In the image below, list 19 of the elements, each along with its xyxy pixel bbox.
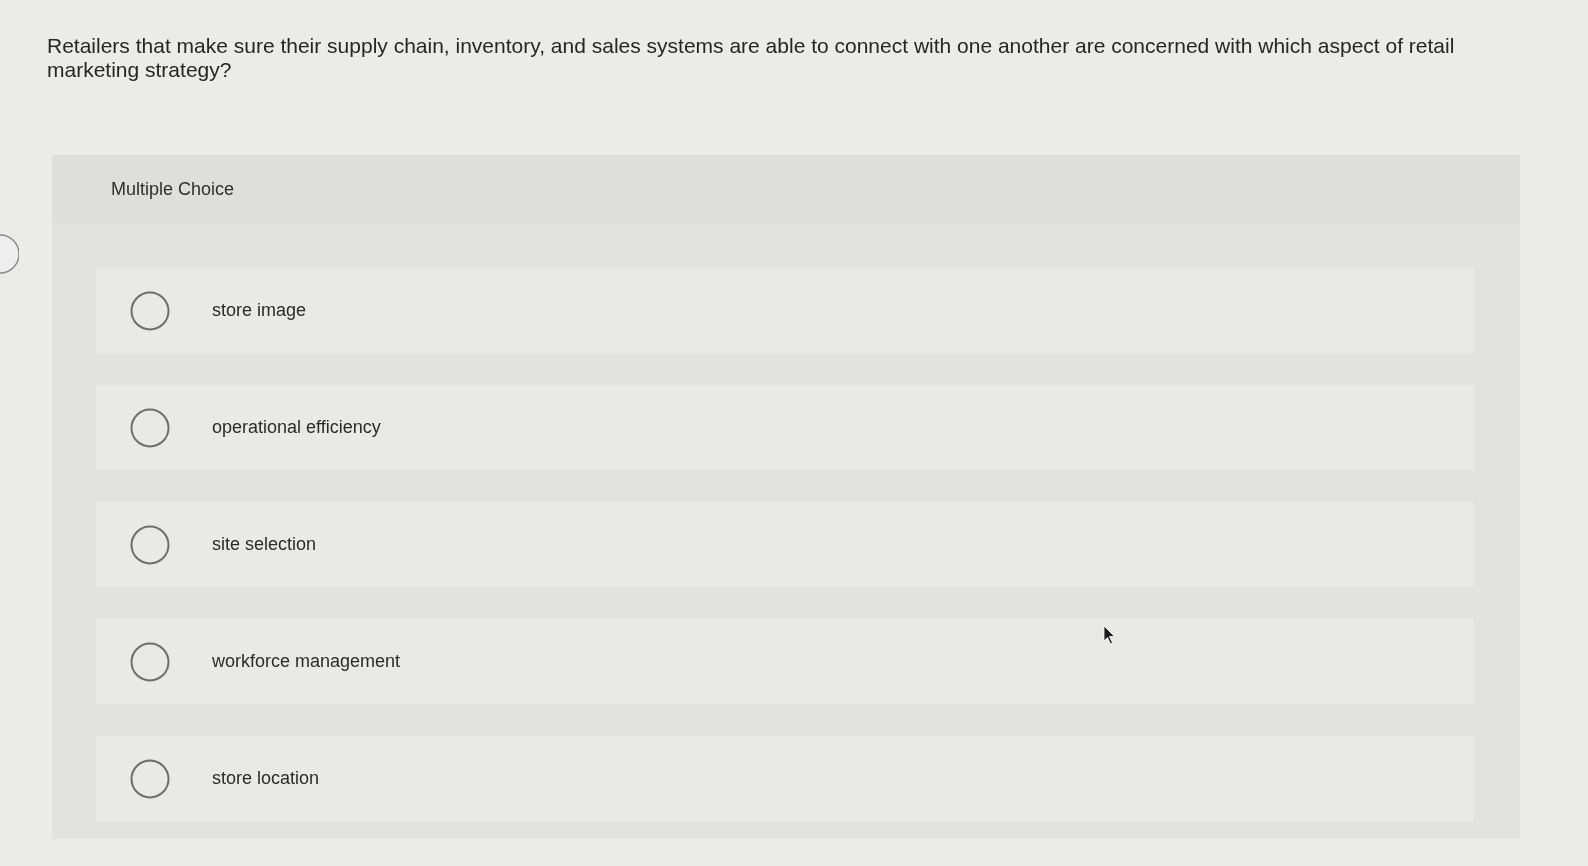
radio-button-icon[interactable] bbox=[130, 407, 170, 448]
radio-button-icon[interactable] bbox=[130, 290, 170, 331]
side-handle-icon[interactable] bbox=[0, 234, 19, 274]
radio-button-icon[interactable] bbox=[130, 524, 170, 565]
question-type-label: Multiple Choice bbox=[111, 178, 235, 200]
answer-option[interactable]: operational efficiency bbox=[96, 385, 1474, 470]
option-label: site selection bbox=[212, 534, 317, 555]
option-label: store location bbox=[212, 768, 320, 789]
mouse-cursor-icon bbox=[1103, 625, 1116, 645]
question-text: Retailers that make sure their supply chain, inventory, and sales systems are able to connect with one another are concerned with which aspect of retail marketing strategy? bbox=[47, 34, 1456, 82]
radio-button-icon[interactable] bbox=[130, 641, 170, 682]
option-label: store image bbox=[212, 300, 307, 321]
option-label: operational efficiency bbox=[212, 417, 381, 438]
answer-option[interactable]: site selection bbox=[96, 502, 1474, 587]
answer-option[interactable]: workforce management bbox=[96, 619, 1474, 704]
answer-option[interactable]: store location bbox=[96, 736, 1474, 821]
answer-option[interactable]: store image bbox=[96, 268, 1474, 353]
option-label: workforce management bbox=[212, 651, 401, 672]
radio-button-icon[interactable] bbox=[130, 758, 170, 799]
